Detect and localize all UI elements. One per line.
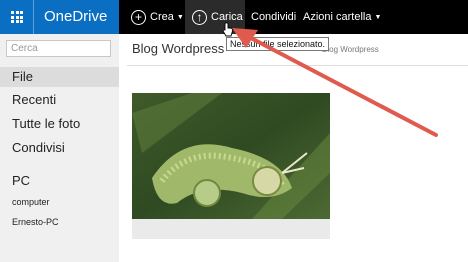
annotation-arrow (232, 28, 438, 137)
